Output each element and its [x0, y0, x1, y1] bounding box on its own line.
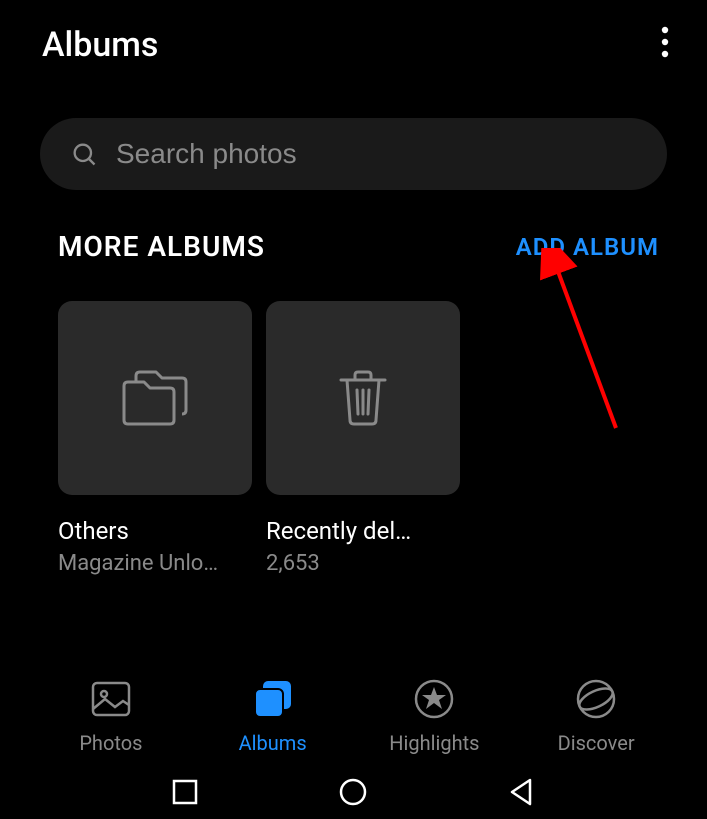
header: Albums [0, 0, 707, 90]
album-item-others[interactable]: Others Magazine Unlo… [58, 301, 252, 576]
discover-icon [574, 677, 618, 721]
tab-label: Albums [239, 731, 307, 755]
triangle-back-icon [508, 778, 536, 806]
more-vertical-icon [661, 26, 669, 58]
tab-label: Highlights [389, 731, 479, 755]
section-header: MORE ALBUMS ADD ALBUM [58, 230, 659, 263]
square-icon [172, 779, 198, 805]
android-nav-bar [0, 765, 707, 819]
search-input[interactable] [116, 138, 637, 170]
albums-grid: Others Magazine Unlo… Recently del… 2,65… [58, 301, 707, 576]
tab-discover[interactable]: Discover [536, 677, 656, 755]
nav-home-button[interactable] [338, 777, 368, 807]
search-bar[interactable] [40, 118, 667, 190]
album-subtitle: Magazine Unlo… [58, 551, 252, 576]
folder-icon [120, 368, 190, 428]
circle-icon [338, 777, 368, 807]
page-title: Albums [42, 25, 158, 65]
tab-photos[interactable]: Photos [51, 677, 171, 755]
tab-highlights[interactable]: Highlights [374, 677, 494, 755]
trash-icon [328, 368, 398, 428]
nav-recent-button[interactable] [172, 779, 198, 805]
album-title: Recently del… [266, 517, 460, 545]
album-subtitle: 2,653 [266, 551, 460, 576]
section-title: MORE ALBUMS [58, 230, 265, 263]
album-thumbnail [58, 301, 252, 495]
album-item-recently-deleted[interactable]: Recently del… 2,653 [266, 301, 460, 576]
album-title: Others [58, 517, 252, 545]
tab-albums[interactable]: Albums [213, 677, 333, 755]
album-thumbnail [266, 301, 460, 495]
search-icon [70, 140, 98, 168]
more-menu-button[interactable] [653, 18, 677, 72]
tab-label: Photos [79, 731, 142, 755]
highlights-icon [412, 677, 456, 721]
photos-icon [89, 677, 133, 721]
tab-label: Discover [558, 731, 635, 755]
bottom-tabs: Photos Albums Highlights Discover [0, 677, 707, 755]
nav-back-button[interactable] [508, 778, 536, 806]
add-album-button[interactable]: ADD ALBUM [516, 233, 659, 261]
albums-icon [251, 677, 295, 721]
